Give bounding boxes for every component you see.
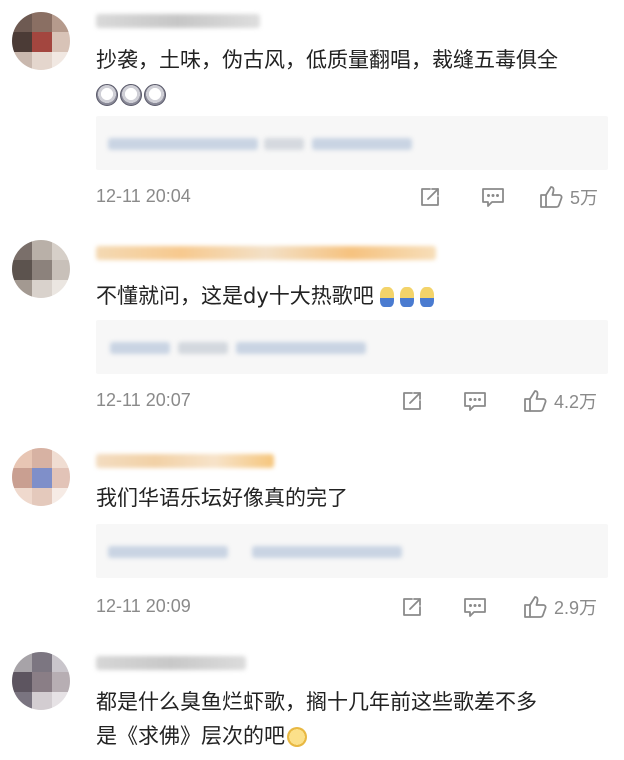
reply-preview[interactable]: [96, 320, 608, 374]
share-icon: [403, 598, 421, 616]
share-icon: [403, 392, 421, 410]
comment-item: 不懂就问，这是dy十大热歌吧 12-11 20:07 4.2万: [0, 228, 624, 428]
timestamp: 12-11 20:07: [96, 390, 191, 410]
comment-text: 我们华语乐坛好像真的完了: [96, 482, 348, 514]
praying-emoji-icon: [287, 727, 307, 747]
avatar[interactable]: [12, 12, 70, 70]
avatar[interactable]: [12, 652, 70, 710]
reply-text: [252, 546, 402, 558]
share-icon: [421, 188, 439, 206]
like-count: 2.9万: [554, 598, 598, 618]
thumbs-up-icon: [540, 186, 563, 208]
reply-preview[interactable]: [96, 524, 608, 578]
comment-text-content: 是《求佛》层次的吧: [96, 724, 285, 748]
like-button[interactable]: 4.2万: [522, 386, 597, 416]
share-button[interactable]: [400, 592, 424, 622]
reply-text: [312, 138, 412, 150]
comment-button[interactable]: [462, 386, 488, 416]
like-button[interactable]: 5万: [538, 182, 598, 212]
comment-item: 都是什么臭鱼烂虾歌，搁十几年前这些歌差不多 是《求佛》层次的吧: [0, 640, 624, 760]
reply-preview[interactable]: [96, 116, 608, 170]
dog-face-emoji-icon: [96, 84, 118, 106]
comment-icon: [482, 188, 504, 207]
comment-text-content: 不懂就问，这是dy十大热歌吧: [96, 284, 374, 308]
username[interactable]: [96, 246, 436, 260]
crying-emoji-icon: [380, 287, 395, 307]
emoji-row: [96, 78, 168, 110]
comment-text: 不懂就问，这是dy十大热歌吧: [96, 280, 440, 312]
crying-emoji-icon: [400, 287, 415, 307]
comment-meta: 12-11 20:07 4.2万: [96, 386, 608, 416]
avatar[interactable]: [12, 448, 70, 506]
share-button[interactable]: [400, 386, 424, 416]
username[interactable]: [96, 14, 260, 28]
dog-face-emoji-icon: [144, 84, 166, 106]
reply-text: [108, 546, 228, 558]
comment-text: 是《求佛》层次的吧: [96, 720, 309, 752]
username[interactable]: [96, 454, 274, 468]
thumbs-up-icon: [524, 390, 547, 412]
comment-item: 抄袭，土味，伪古风，低质量翻唱，裁缝五毒俱全 12-11 20:04 5万: [0, 0, 624, 220]
comment-text: 抄袭，土味，伪古风，低质量翻唱，裁缝五毒俱全: [96, 44, 558, 76]
comment-icon: [464, 392, 486, 411]
reply-text: [110, 342, 170, 354]
comment-text-content: 都是什么臭鱼烂虾歌，搁十几年前这些歌差不多: [96, 690, 537, 714]
dog-face-emoji-icon: [120, 84, 142, 106]
comment-button[interactable]: [480, 182, 506, 212]
comment-meta: 12-11 20:09 2.9万: [96, 592, 608, 622]
timestamp: 12-11 20:09: [96, 596, 191, 616]
comment-text-content: 抄袭，土味，伪古风，低质量翻唱，裁缝五毒俱全: [96, 48, 558, 72]
crying-emoji-icon: [420, 287, 435, 307]
like-count: 4.2万: [554, 392, 598, 412]
reply-text: [264, 138, 304, 150]
comment-text: 都是什么臭鱼烂虾歌，搁十几年前这些歌差不多: [96, 686, 537, 718]
comment-button[interactable]: [462, 592, 488, 622]
like-button[interactable]: 2.9万: [522, 592, 597, 622]
reply-text: [178, 342, 228, 354]
share-button[interactable]: [418, 182, 442, 212]
timestamp: 12-11 20:04: [96, 186, 191, 206]
comment-text-content: 我们华语乐坛好像真的完了: [96, 486, 348, 510]
comment-icon: [464, 598, 486, 617]
avatar[interactable]: [12, 240, 70, 298]
reply-text: [236, 342, 366, 354]
comment-item: 我们华语乐坛好像真的完了 12-11 20:09 2.9万: [0, 436, 624, 632]
thumbs-up-icon: [524, 596, 547, 618]
reply-text: [108, 138, 258, 150]
username[interactable]: [96, 656, 246, 670]
comment-meta: 12-11 20:04 5万: [96, 182, 608, 212]
like-count: 5万: [570, 188, 599, 208]
